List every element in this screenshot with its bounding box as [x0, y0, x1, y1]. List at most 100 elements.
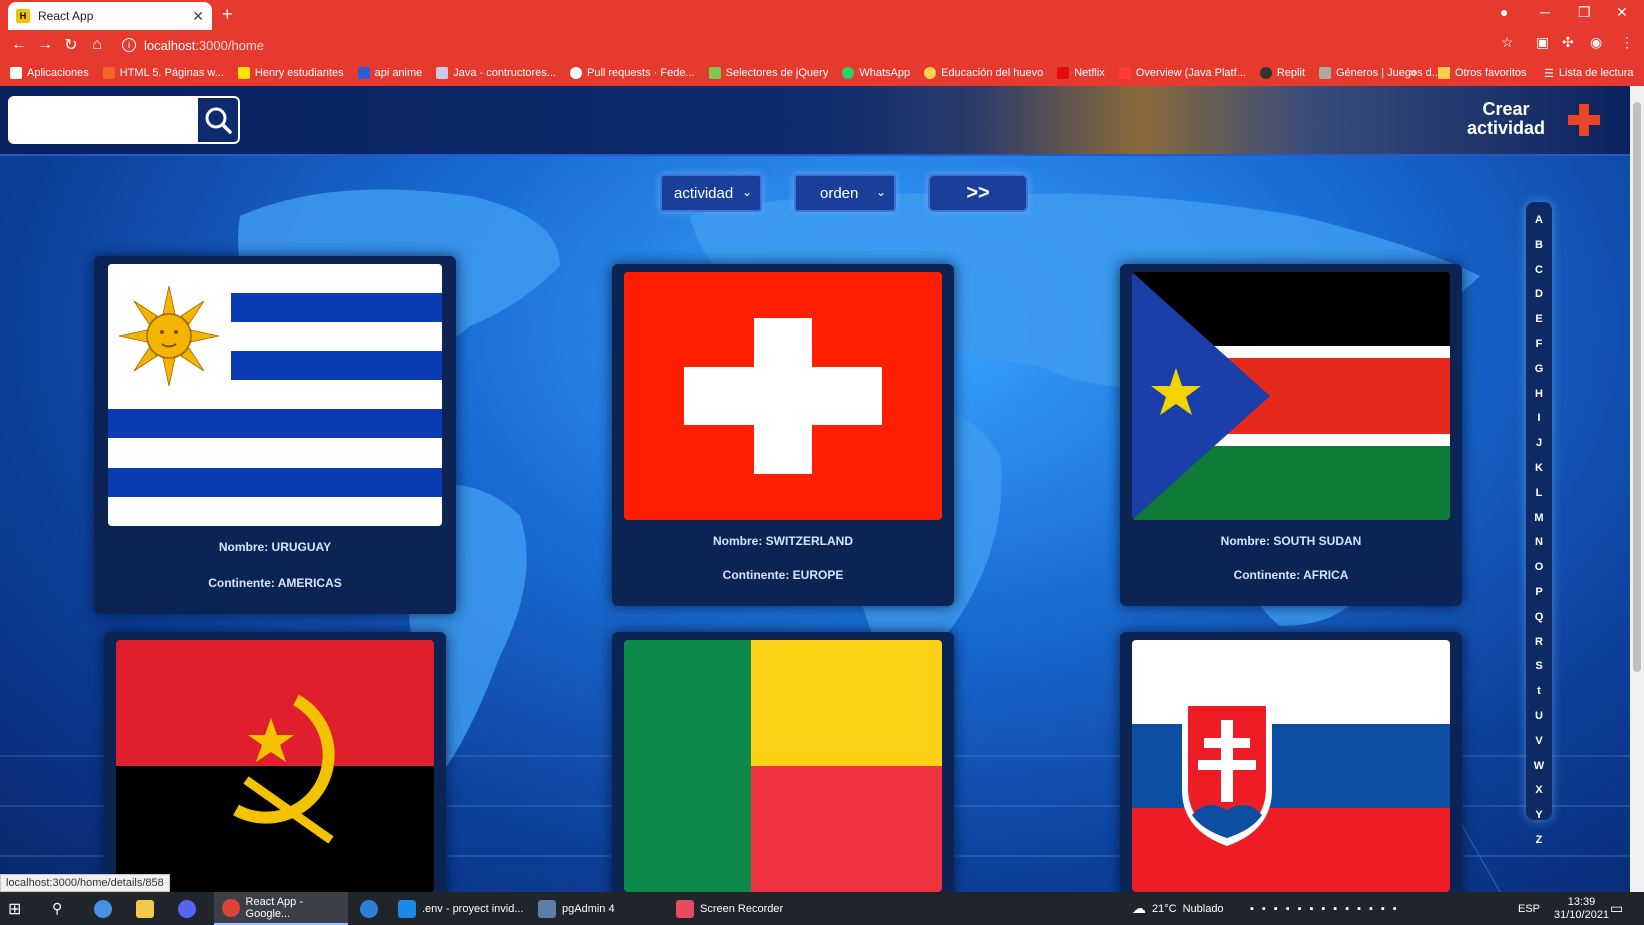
alphabet-letter[interactable]: I [1537, 406, 1540, 431]
extension-icon[interactable]: ▣ [1536, 34, 1549, 51]
alphabet-letter[interactable]: U [1535, 704, 1543, 729]
alphabet-letter[interactable]: W [1534, 754, 1544, 779]
reading-list[interactable]: ☰ Lista de lectura [1544, 60, 1633, 86]
alphabet-letter[interactable]: C [1535, 258, 1543, 283]
alphabet-letter[interactable]: D [1535, 282, 1543, 307]
alphabet-letter[interactable]: R [1535, 630, 1543, 655]
alphabet-letter[interactable]: E [1535, 307, 1542, 332]
search-button[interactable] [198, 98, 238, 142]
alphabet-letter[interactable]: K [1535, 456, 1543, 481]
explorer-pinned[interactable] [136, 892, 160, 925]
bookmark-item[interactable]: Géneros | Juegos d... [1318, 67, 1441, 79]
clock[interactable]: 13:39 31/10/2021 [1554, 892, 1609, 925]
site-info-icon[interactable]: i [122, 38, 136, 52]
bookmark-item[interactable]: WhatsApp [842, 67, 910, 79]
restore-button[interactable]: ❐ [1578, 4, 1591, 21]
profile-dot-icon[interactable]: ● [1500, 4, 1508, 20]
bookmark-item[interactable]: Educación del huevo [924, 67, 1043, 79]
next-page-button[interactable]: >> [928, 174, 1028, 212]
notifications-button[interactable]: ▭ [1610, 892, 1623, 925]
taskbar-chrome-app[interactable]: React App - Google... [214, 892, 348, 925]
browser-tab[interactable]: H React App ✕ [8, 2, 212, 30]
back-arrow-icon[interactable]: ← [6, 36, 32, 54]
alphabet-letter[interactable]: M [1534, 506, 1543, 531]
alphabet-letter[interactable]: Z [1536, 828, 1543, 853]
profile-avatar-icon[interactable]: ◉ [1590, 34, 1602, 51]
weather-widget[interactable]: ☁ 21°C Nublado [1132, 892, 1224, 925]
alphabet-letter[interactable]: Y [1535, 803, 1542, 828]
tab-title: React App [38, 9, 94, 23]
alphabet-letter[interactable]: N [1535, 530, 1543, 555]
search-taskbar-button[interactable]: ⚲ [52, 892, 62, 925]
bookmark-item[interactable]: Pull requests · Fede... [570, 67, 695, 79]
country-card[interactable] [104, 632, 446, 892]
search-input[interactable] [10, 98, 198, 142]
alphabet-letter[interactable]: Q [1535, 605, 1544, 630]
scrollbar-thumb[interactable] [1633, 102, 1641, 672]
html5-icon [102, 67, 115, 79]
discord-icon [178, 899, 196, 918]
country-card[interactable] [612, 632, 954, 892]
alphabet-letter[interactable]: F [1536, 332, 1543, 357]
discord-pinned[interactable] [178, 892, 202, 925]
bookmarks-overflow[interactable]: » [1410, 60, 1416, 86]
bookmark-item[interactable]: Netflix [1057, 67, 1105, 79]
close-tab-icon[interactable]: ✕ [192, 8, 204, 25]
bookmark-item[interactable]: Selectores de jQuery [708, 67, 828, 79]
alphabet-letter[interactable]: V [1535, 729, 1542, 754]
start-button[interactable]: ⊞ [8, 892, 21, 925]
language-indicator[interactable]: ESP [1518, 892, 1540, 925]
country-card[interactable]: Nombre: SWITZERLAND Continente: EUROPE [612, 264, 954, 606]
taskbar-pgadmin-app[interactable]: pgAdmin 4 [538, 892, 658, 925]
bookmark-label: Netflix [1074, 67, 1105, 79]
taskbar-vscode-app[interactable]: .env - proyect invid... [398, 892, 528, 925]
bookmark-item[interactable]: Java - contructores... [436, 67, 556, 79]
alphabet-letter[interactable]: S [1535, 654, 1542, 679]
alphabet-letter[interactable]: H [1535, 382, 1543, 407]
alphabet-letter[interactable]: B [1535, 233, 1543, 258]
plus-icon[interactable] [1566, 102, 1602, 138]
alphabet-letter[interactable]: A [1535, 208, 1543, 233]
bookmark-star-icon[interactable]: ☆ [1501, 34, 1514, 51]
country-card[interactable] [1120, 632, 1462, 892]
alphabet-letter[interactable]: J [1536, 431, 1542, 456]
alphabet-letter[interactable]: G [1535, 357, 1544, 382]
bookmark-label: Henry estudiantes [254, 67, 344, 79]
status-url: localhost:3000/home/details/858 [0, 874, 170, 892]
page-scrollbar[interactable] [1630, 86, 1644, 892]
activity-filter-select[interactable]: actividad ⌄ [660, 174, 762, 212]
taskbar-recorder-app[interactable]: Screen Recorder [676, 892, 796, 925]
teams-pinned[interactable] [360, 892, 384, 925]
reload-icon[interactable]: ↻ [58, 35, 84, 55]
address-bar[interactable]: i localhost:3000/home [122, 33, 1522, 57]
bookmark-item[interactable]: api anime [357, 67, 422, 79]
country-card[interactable]: Nombre: URUGUAY Continente: AMERICAS [94, 256, 456, 614]
forward-arrow-icon[interactable]: → [32, 36, 58, 54]
alphabet-letter[interactable]: t [1537, 679, 1541, 704]
alphabet-letter[interactable]: P [1535, 580, 1542, 605]
order-select[interactable]: orden ⌄ [794, 174, 896, 212]
system-tray-icons[interactable]: ▪▪▪▪▪▪▪▪▪▪▪▪▪ [1250, 892, 1405, 925]
minimize-button[interactable]: ─ [1540, 4, 1550, 20]
chrome-pinned[interactable] [94, 892, 118, 925]
bookmark-item[interactable]: Overview (Java Platf... [1118, 67, 1246, 79]
puzzle-extensions-icon[interactable]: ✣ [1562, 34, 1574, 51]
new-tab-button[interactable]: + [222, 4, 233, 25]
folder-icon [1438, 67, 1450, 79]
menu-kebab-icon[interactable]: ⋮ [1620, 34, 1634, 51]
bookmark-item[interactable]: HTML 5. Páginas w... [102, 67, 224, 79]
home-icon[interactable]: ⌂ [84, 36, 110, 54]
language-label: ESP [1518, 902, 1541, 915]
country-card[interactable]: Nombre: SOUTH SUDAN Continente: AFRICA [1120, 264, 1462, 606]
close-window-button[interactable]: ✕ [1616, 4, 1628, 21]
notification-icon: ▭ [1610, 900, 1624, 916]
alphabet-letter[interactable]: O [1535, 555, 1544, 580]
alphabet-letter[interactable]: X [1535, 778, 1542, 803]
other-favorites[interactable]: Otros favoritos [1438, 60, 1527, 86]
bookmark-item[interactable]: Aplicaciones [10, 67, 89, 79]
alphabet-letter[interactable]: L [1536, 481, 1543, 506]
bookmark-item[interactable]: Replit [1259, 67, 1305, 79]
create-activity-link[interactable]: Crear actividad [1458, 100, 1554, 138]
bookmark-item[interactable]: Henry estudiantes [237, 67, 344, 79]
chrome-icon [222, 898, 240, 917]
